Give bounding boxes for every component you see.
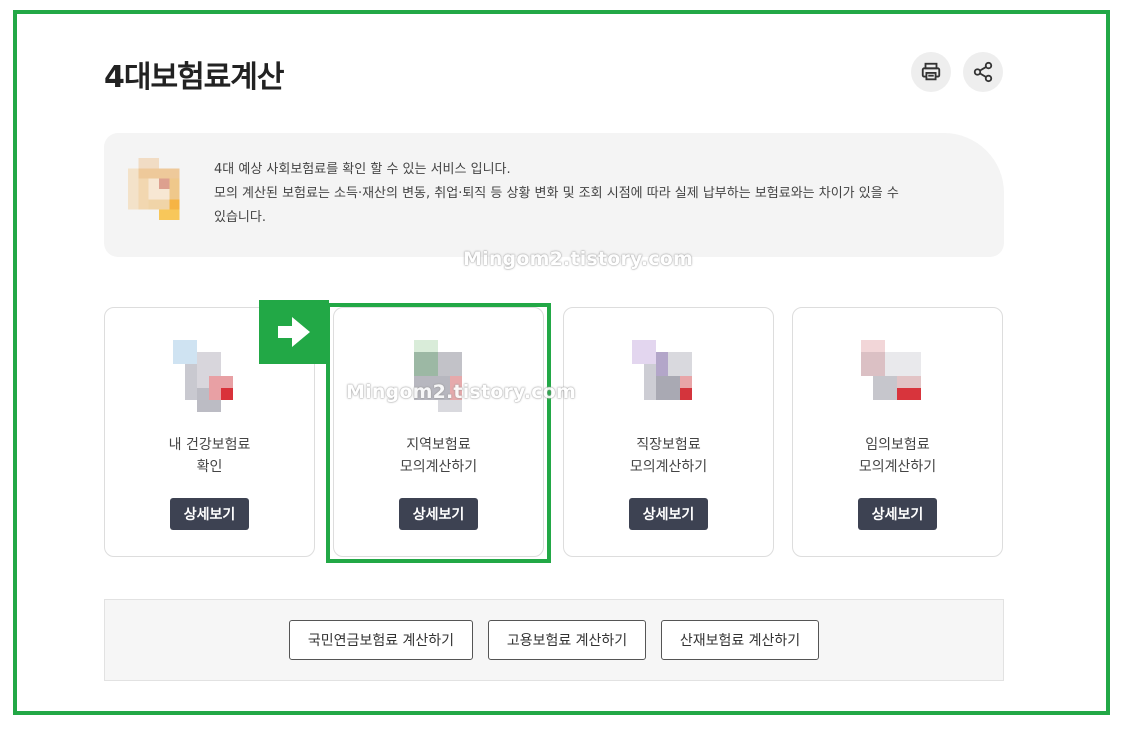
notice-box: 4대 예상 사회보험료를 확인 할 수 있는 서비스 입니다. 모의 계산된 보… xyxy=(104,133,1004,257)
notice-line-1: 4대 예상 사회보험료를 확인 할 수 있는 서비스 입니다. xyxy=(214,162,511,177)
employment-calc-button[interactable]: 고용보험료 계산하기 xyxy=(488,620,646,660)
pension-calc-button[interactable]: 국민연금보험료 계산하기 xyxy=(289,620,473,660)
card-title-line-1: 임의보험료 xyxy=(865,437,930,453)
highlight-arrow xyxy=(259,300,329,364)
watermark: Mingom2.tistory.com xyxy=(346,381,577,403)
notice-illustration-icon xyxy=(128,158,180,220)
page-title: 4대보험료계산 xyxy=(104,60,284,95)
health-document-icon xyxy=(173,340,233,412)
arrow-right-icon xyxy=(278,317,310,347)
detail-button[interactable]: 상세보기 xyxy=(170,498,249,530)
industrial-accident-calc-button[interactable]: 산재보험료 계산하기 xyxy=(661,620,819,660)
workplace-document-icon xyxy=(632,340,692,400)
card-title-line-1: 직장보험료 xyxy=(636,437,701,453)
notice-line-2: 모의 계산된 보험료는 소득·재산의 변동, 취업·퇴직 등 상황 변화 및 조… xyxy=(214,186,899,201)
print-button[interactable] xyxy=(911,52,951,92)
card-title-line-2: 확인 xyxy=(196,459,223,475)
calculator-bar: 국민연금보험료 계산하기 고용보험료 계산하기 산재보험료 계산하기 xyxy=(104,599,1004,681)
card-title-line-2: 모의계산하기 xyxy=(629,459,708,475)
share-icon xyxy=(973,61,993,83)
highlight-box xyxy=(326,303,551,563)
voluntary-document-icon xyxy=(861,340,921,400)
card-voluntary-insurance[interactable]: 임의보험료 모의계산하기 상세보기 xyxy=(792,307,1003,557)
detail-button[interactable]: 상세보기 xyxy=(858,498,937,530)
notice-line-3: 있습니다. xyxy=(214,210,266,225)
watermark: Mingom2.tistory.com xyxy=(463,248,694,270)
card-title-line-1: 내 건강보험료 xyxy=(168,437,251,453)
printer-icon xyxy=(921,62,941,81)
card-workplace-insurance[interactable]: 직장보험료 모의계산하기 상세보기 xyxy=(563,307,774,557)
detail-button[interactable]: 상세보기 xyxy=(629,498,708,530)
share-button[interactable] xyxy=(963,52,1003,92)
card-title-line-2: 모의계산하기 xyxy=(858,459,937,475)
